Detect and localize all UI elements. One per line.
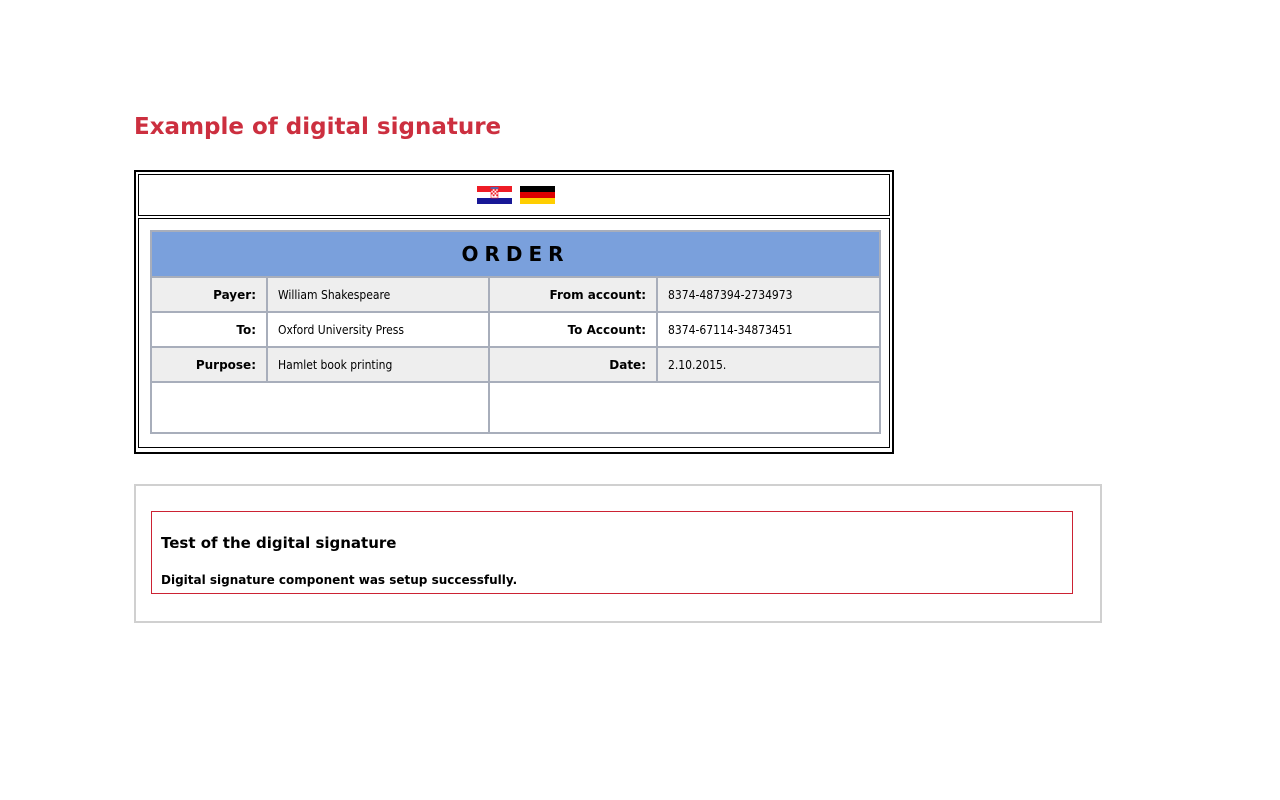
from-account-value: 8374-487394-2734973 [656,276,881,313]
to-value: Oxford University Press [266,311,490,348]
date-value: 2.10.2015. [656,346,881,383]
to-label: To: [150,311,268,348]
signature-test-title: Test of the digital signature [161,534,397,552]
signature-panel: Test of the digital signature Digital si… [134,484,1102,623]
signature-result-box: Test of the digital signature Digital si… [151,511,1073,594]
language-bar [138,174,890,216]
signature-status-message: Digital signature component was setup su… [161,573,518,587]
to-account-value: 8374-67114-34873451 [656,311,881,348]
order-table: ORDER Payer: William Shakespeare From ac… [150,230,881,434]
signature-row [150,381,881,434]
signature-cell-left [150,381,490,434]
order-body: ORDER Payer: William Shakespeare From ac… [138,218,890,448]
flag-germany-icon[interactable] [520,186,555,204]
to-account-label: To Account: [488,311,658,348]
purpose-value: Hamlet book printing [266,346,490,383]
table-row: Purpose: Hamlet book printing Date: 2.10… [150,346,881,383]
signature-cell-right [488,381,881,434]
payer-label: Payer: [150,276,268,313]
purpose-label: Purpose: [150,346,268,383]
flag-croatia-icon[interactable] [477,186,512,204]
page-title: Example of digital signature [134,114,502,140]
table-row: To: Oxford University Press To Account: … [150,311,881,348]
from-account-label: From account: [488,276,658,313]
date-label: Date: [488,346,658,383]
order-heading: ORDER [150,230,881,278]
order-form: ORDER Payer: William Shakespeare From ac… [134,170,894,454]
table-row: Payer: William Shakespeare From account:… [150,276,881,313]
payer-value: William Shakespeare [266,276,490,313]
